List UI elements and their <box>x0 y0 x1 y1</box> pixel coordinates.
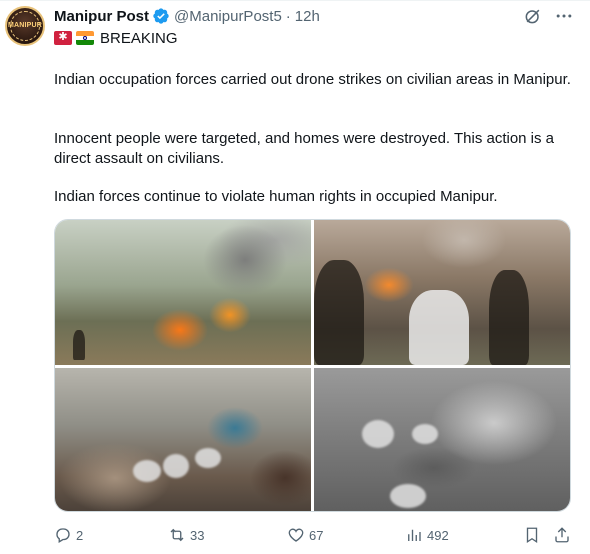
blurred-region <box>362 420 394 448</box>
person-figure <box>409 290 469 365</box>
author-name[interactable]: Manipur Post <box>54 8 149 25</box>
india-flag-icon <box>76 31 94 45</box>
media-image-victims-monochrome[interactable] <box>314 368 570 511</box>
avatar[interactable]: MANIPUR <box>5 6 45 46</box>
breaking-line: ✱ BREAKING <box>54 28 178 48</box>
action-bar: 2 33 67 492 <box>0 522 590 548</box>
share-button[interactable] <box>553 522 571 548</box>
repost-count: 33 <box>190 527 205 543</box>
media-image-burning-houses[interactable] <box>55 220 311 365</box>
tweet-paragraph: Indian occupation forces carried out dro… <box>54 71 571 88</box>
blurred-region <box>412 424 438 444</box>
avatar-logo-text: MANIPUR <box>7 22 43 29</box>
like-button[interactable]: 67 <box>287 522 323 548</box>
views-button[interactable]: 492 <box>405 522 449 548</box>
top-divider <box>0 0 590 1</box>
meitei-flag-icon: ✱ <box>54 31 72 45</box>
views-icon <box>408 529 421 541</box>
person-figure <box>73 330 85 360</box>
views-count: 492 <box>427 527 449 543</box>
media-image-covered-victims[interactable] <box>55 368 311 511</box>
tweet-header: Manipur Post @ManipurPost5 · 12h <box>54 6 320 26</box>
person-figure <box>489 270 529 365</box>
person-figure <box>314 260 364 365</box>
reply-button[interactable]: 2 <box>54 522 83 548</box>
media-grid <box>54 219 571 512</box>
tweet-paragraph: Indian forces continue to violate human … <box>54 188 498 205</box>
blurred-region <box>133 460 161 482</box>
grok-icon[interactable] <box>523 6 543 26</box>
tweet-timestamp[interactable]: 12h <box>295 8 320 25</box>
blurred-region <box>163 454 189 478</box>
more-icon[interactable] <box>554 6 574 26</box>
media-image-people-at-fire[interactable] <box>314 220 570 365</box>
author-handle[interactable]: @ManipurPost5 <box>174 8 282 25</box>
blurred-region <box>390 484 426 508</box>
bookmark-icon <box>526 527 538 544</box>
verified-badge-icon <box>152 7 170 25</box>
blurred-region <box>195 448 221 468</box>
heart-icon <box>288 528 304 542</box>
breaking-label: BREAKING <box>100 29 178 47</box>
tweet-paragraph: Innocent people were targeted, and homes… <box>54 130 555 167</box>
reply-count: 2 <box>76 527 84 543</box>
like-count: 67 <box>309 527 324 543</box>
repost-button[interactable]: 33 <box>168 522 204 548</box>
share-icon <box>555 527 569 543</box>
reply-icon <box>56 528 70 543</box>
repost-icon <box>170 528 184 542</box>
header-separator: · <box>285 7 291 25</box>
bookmark-button[interactable] <box>523 522 541 548</box>
